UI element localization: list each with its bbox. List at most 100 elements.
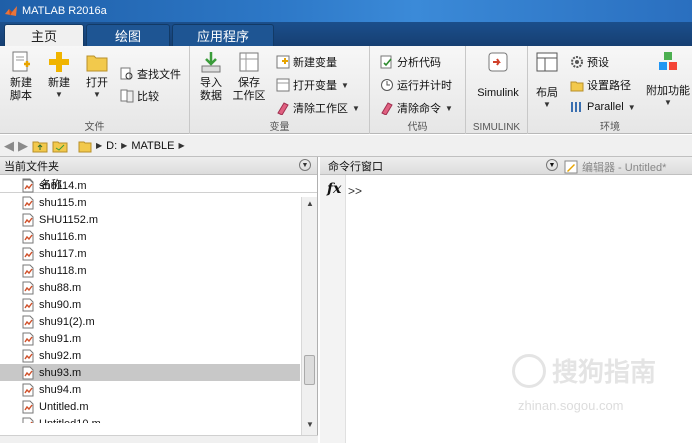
up-folder-icon[interactable] bbox=[32, 139, 48, 153]
parallel-icon bbox=[571, 102, 581, 112]
m-file-icon bbox=[22, 264, 34, 277]
file-row[interactable]: Untitled10.m bbox=[0, 415, 300, 423]
file-row[interactable]: SHU1152.m bbox=[0, 211, 300, 228]
m-file-icon bbox=[22, 247, 34, 260]
file-row[interactable]: shu91.m bbox=[0, 330, 300, 347]
simulink-group: Simulink SIMULINK bbox=[466, 46, 528, 134]
set-path-button[interactable]: 设置路径 bbox=[570, 77, 631, 93]
find-files-button[interactable]: 查找文件 bbox=[120, 66, 181, 82]
file-row[interactable]: shu91(2).m bbox=[0, 313, 300, 330]
compare-button[interactable]: 比较 bbox=[120, 88, 159, 104]
analyze-code-button[interactable]: 分析代码 bbox=[380, 54, 441, 70]
m-file-icon bbox=[22, 179, 34, 192]
clear-workspace-button[interactable]: 清除工作区 ▼ bbox=[276, 100, 360, 116]
addons-label: 附加功能 bbox=[646, 85, 690, 97]
file-row[interactable]: shu88.m bbox=[0, 279, 300, 296]
clear-commands-button[interactable]: 清除命令 ▼ bbox=[380, 100, 453, 116]
file-row[interactable]: shu115.m bbox=[0, 194, 300, 211]
compare-label: 比较 bbox=[137, 91, 159, 103]
open-variable-dropdown-icon[interactable]: ▼ bbox=[341, 81, 349, 90]
back-arrow-icon[interactable]: ◀ bbox=[4, 138, 14, 154]
file-row[interactable]: Untitled.m bbox=[0, 398, 300, 415]
open-dropdown-icon[interactable]: ▼ bbox=[93, 90, 101, 99]
tab-plots[interactable]: 绘图 bbox=[86, 24, 170, 46]
simulink-button[interactable]: Simulink bbox=[477, 50, 519, 100]
window-title: MATLAB R2016a bbox=[22, 5, 107, 17]
file-group: 新建 脚本 新建 ▼ 打开 ▼ 查找文件 比较 文件 bbox=[0, 46, 190, 134]
file-name: shu91(2).m bbox=[39, 315, 95, 328]
panel-actions-icon[interactable]: ▼ bbox=[299, 159, 311, 171]
parallel-label: Parallel bbox=[587, 101, 624, 113]
editor-tab-label: 编辑器 - Untitled* bbox=[582, 162, 667, 174]
file-row[interactable]: shu114.m bbox=[0, 177, 300, 194]
addons-icon bbox=[659, 52, 677, 70]
new-dropdown-icon[interactable]: ▼ bbox=[55, 90, 63, 99]
current-folder-panel: 当前文件夹 ▼ 名称 shu114.m shu115.m SHU1152.m shu1… bbox=[0, 157, 318, 443]
variable-group-label: 变量 bbox=[269, 122, 290, 133]
layout-button[interactable]: 布局 ▼ bbox=[530, 50, 564, 109]
set-path-label: 设置路径 bbox=[587, 80, 631, 92]
vertical-scrollbar[interactable]: ▲ ▼ bbox=[301, 197, 317, 443]
new-label: 新建 bbox=[48, 77, 70, 89]
new-variable-button[interactable]: 新建变量 bbox=[276, 54, 337, 70]
clear-workspace-dropdown-icon[interactable]: ▼ bbox=[352, 104, 360, 113]
function-browser-icon[interactable]: fx bbox=[327, 181, 341, 197]
analyze-code-label: 分析代码 bbox=[397, 57, 441, 69]
clear-workspace-label: 清除工作区 bbox=[293, 103, 348, 115]
parallel-dropdown-icon[interactable]: ▼ bbox=[628, 103, 636, 112]
command-prompt[interactable]: >> bbox=[348, 184, 362, 198]
file-row[interactable]: shu93.m bbox=[0, 364, 300, 381]
gear-icon bbox=[571, 56, 583, 68]
ribbon: 新建 脚本 新建 ▼ 打开 ▼ 查找文件 比较 文件 导入 数据 保存 工作区 … bbox=[0, 46, 692, 134]
watermark-url: zhinan.sogou.com bbox=[518, 398, 624, 413]
breadcrumb-separator-icon: ▶ bbox=[96, 141, 103, 150]
file-row[interactable]: shu116.m bbox=[0, 228, 300, 245]
file-row[interactable]: shu90.m bbox=[0, 296, 300, 313]
scroll-thumb[interactable] bbox=[304, 355, 315, 385]
import-data-button[interactable]: 导入 数据 bbox=[194, 50, 228, 103]
horizontal-scrollbar[interactable] bbox=[0, 435, 318, 443]
parallel-button[interactable]: Parallel ▼ bbox=[570, 100, 636, 114]
addons-dropdown-icon[interactable]: ▼ bbox=[664, 98, 672, 107]
file-name: shu118.m bbox=[39, 264, 87, 277]
forward-arrow-icon[interactable]: ▶ bbox=[18, 138, 28, 154]
simulink-group-label: SIMULINK bbox=[472, 122, 521, 133]
run-and-time-label: 运行并计时 bbox=[397, 80, 452, 92]
breadcrumb-folder[interactable]: MATBLE bbox=[131, 140, 174, 152]
layout-label: 布局 bbox=[536, 87, 558, 99]
scroll-up-icon[interactable]: ▲ bbox=[306, 199, 314, 208]
browse-folder-icon[interactable] bbox=[52, 139, 68, 153]
tab-apps[interactable]: 应用程序 bbox=[172, 24, 274, 46]
breadcrumb-drive[interactable]: D: bbox=[106, 140, 117, 152]
save-workspace-label: 保存 工作区 bbox=[232, 77, 266, 102]
run-and-time-button[interactable]: 运行并计时 bbox=[380, 77, 452, 93]
file-name: SHU1152.m bbox=[39, 213, 99, 226]
environment-group-label: 环境 bbox=[600, 122, 620, 133]
clear-commands-dropdown-icon[interactable]: ▼ bbox=[445, 104, 453, 113]
editor-pencil-icon bbox=[564, 160, 578, 174]
open-variable-button[interactable]: 打开变量 ▼ bbox=[276, 77, 349, 93]
tab-home[interactable]: 主页 bbox=[4, 24, 84, 46]
command-window-actions-icon[interactable]: ▼ bbox=[546, 159, 558, 171]
title-bar: MATLAB R2016a bbox=[0, 0, 692, 22]
file-row[interactable]: shu94.m bbox=[0, 381, 300, 398]
save-workspace-button[interactable]: 保存 工作区 bbox=[232, 50, 266, 103]
new-script-button[interactable]: 新建 脚本 bbox=[4, 50, 38, 103]
m-file-icon bbox=[22, 315, 34, 328]
preferences-button[interactable]: 预设 bbox=[570, 54, 609, 70]
file-row[interactable]: shu92.m bbox=[0, 347, 300, 364]
import-data-icon bbox=[201, 52, 221, 73]
file-name: shu116.m bbox=[39, 230, 87, 243]
open-button[interactable]: 打开 ▼ bbox=[80, 50, 114, 99]
file-row[interactable]: shu117.m bbox=[0, 245, 300, 262]
watermark-text: 搜狗指南 bbox=[552, 357, 657, 387]
code-group-label: 代码 bbox=[407, 122, 428, 133]
layout-dropdown-icon[interactable]: ▼ bbox=[543, 100, 551, 109]
folder-open-icon bbox=[86, 55, 108, 72]
editor-tab[interactable]: 编辑器 - Untitled* bbox=[564, 159, 666, 175]
addons-button[interactable]: 附加功能 ▼ bbox=[646, 50, 690, 107]
scroll-down-icon[interactable]: ▼ bbox=[306, 420, 314, 429]
file-row[interactable]: shu118.m bbox=[0, 262, 300, 279]
file-name: shu88.m bbox=[39, 281, 82, 294]
new-button[interactable]: 新建 ▼ bbox=[42, 50, 76, 99]
